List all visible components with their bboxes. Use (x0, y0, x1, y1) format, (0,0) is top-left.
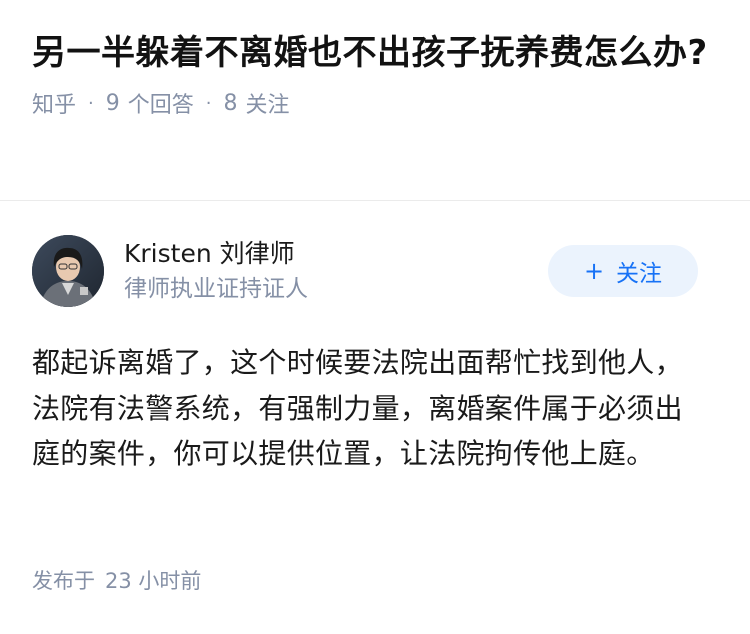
author-row: Kristen 刘律师 律师执业证持证人 + 关注 (32, 234, 698, 308)
follow-button-label: 关注 (616, 261, 663, 287)
author-name[interactable]: Kristen 刘律师 (124, 237, 548, 271)
answer-count: 9 (105, 90, 120, 116)
answer-timestamp: 发布于 23 小时前 (32, 565, 201, 595)
avatar-image (32, 235, 104, 307)
follow-button[interactable]: + 关注 (548, 245, 698, 297)
author-info: Kristen 刘律师 律师执业证持证人 (124, 237, 548, 305)
author-headline: 律师执业证持证人 (124, 276, 308, 302)
time-value: 23 小时前 (105, 569, 202, 593)
follow-count-label[interactable]: 关注 (246, 87, 290, 119)
source-label[interactable]: 知乎 (32, 87, 76, 119)
question-title[interactable]: 另一半躲着不离婚也不出孩子抚养费怎么办? (32, 30, 718, 76)
section-divider (0, 200, 750, 201)
question-header: 另一半躲着不离婚也不出孩子抚养费怎么办? 知乎 · 9 个回答 · 8 关注 (0, 0, 750, 118)
avatar[interactable] (32, 235, 104, 307)
separator-dot: · (205, 92, 212, 114)
answer-card: Kristen 刘律师 律师执业证持证人 + 关注 都起诉离婚了，这个时候要法院… (32, 234, 698, 477)
plus-icon: + (583, 257, 605, 285)
question-meta: 知乎 · 9 个回答 · 8 关注 (32, 87, 718, 119)
answer-count-label[interactable]: 个回答 (128, 87, 194, 119)
separator-dot: · (88, 92, 94, 114)
follow-count: 8 (223, 90, 238, 116)
time-prefix: 发布于 (32, 569, 95, 593)
answer-content[interactable]: 都起诉离婚了，这个时候要法院出面帮忙找到他人，法院有法警系统，有强制力量，离婚案… (32, 340, 698, 477)
